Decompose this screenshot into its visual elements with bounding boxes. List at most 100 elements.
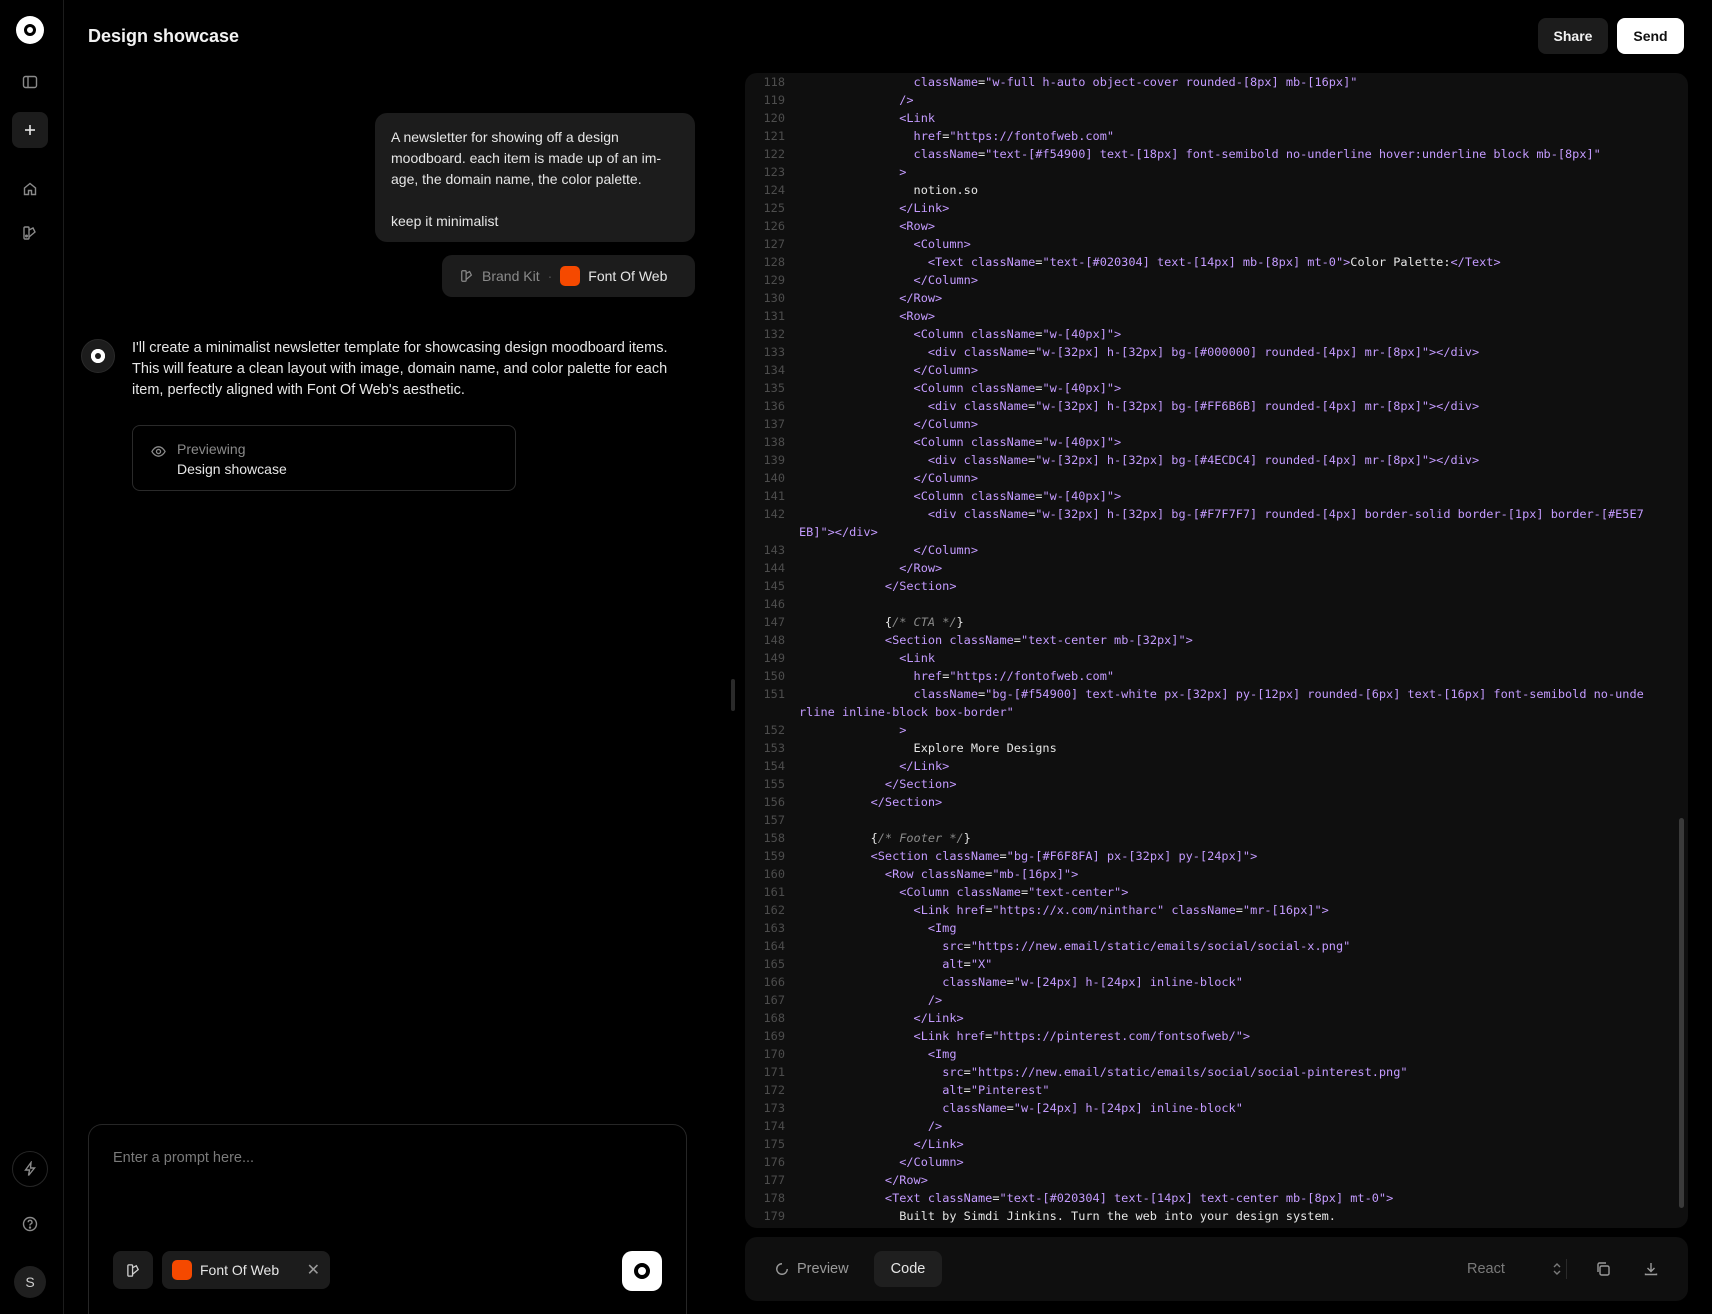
preview-card[interactable]: Previewing Design showcase [132,425,516,491]
code-line: 118 className="w-full h-auto object-cove… [745,73,1674,91]
code-line: 173 className="w-[24px] h-[24px] inline-… [745,1099,1674,1117]
divider [1566,1259,1567,1279]
code-line: 126 <Row> [745,217,1674,235]
code-editor[interactable]: 118 className="w-full h-auto object-cove… [745,73,1674,1228]
line-number: 157 [763,813,785,827]
code-line: 153 Explore More Designs [745,739,1674,757]
code-text: className="w-[24px] h-[24px] inline-bloc… [942,975,1243,989]
download-icon[interactable] [1637,1255,1665,1283]
code-line: 148 <Section className="text-center mb-[… [745,631,1674,649]
send-button[interactable]: Send [1617,18,1684,54]
code-line: 151 className="bg-[#f54900] text-white p… [745,685,1674,721]
code-text: alt="X" [942,957,993,971]
code-line: 147 {/* CTA */} [745,613,1674,631]
assistant-message: I'll create a minimalist newsletter temp… [132,340,668,398]
line-number: 136 [763,399,785,413]
prompt-box: Font Of Web ✕ [88,1124,687,1314]
loading-icon [776,1263,788,1275]
share-button[interactable]: Share [1538,18,1608,54]
code-line: 121 href="https://fontofweb.com" [745,127,1674,145]
line-number: 142 [763,507,785,521]
line-number: 121 [763,129,785,143]
language-select[interactable]: React [1455,1251,1565,1287]
brand-color-swatch [560,266,581,286]
user-message-text: A newsletter for showing off a design mo… [391,129,662,229]
code-line: 174 /> [745,1117,1674,1135]
code-line: 149 <Link [745,649,1674,667]
brand-tag-label: Font Of Web [200,1262,280,1278]
line-number: 145 [763,579,785,593]
code-text: </Column> [913,471,978,485]
code-text: className="w-full h-auto object-cover ro… [913,75,1358,89]
line-number: 125 [763,201,785,215]
avatar[interactable]: S [14,1266,46,1298]
prompt-input[interactable] [113,1143,653,1173]
tab-preview-label: Preview [797,1261,849,1277]
code-text: <Row> [899,219,936,233]
code-line: 138 <Column className="w-[40px]"> [745,433,1674,451]
code-text: <Link href="https://x.com/nintharc" clas… [913,903,1329,917]
code-text: </Section> [870,795,943,809]
line-number: 158 [763,831,785,845]
code-text: alt="Pinterest" [942,1083,1050,1097]
line-number: 160 [763,867,785,881]
code-text: href="https://fontofweb.com" [913,669,1115,683]
line-number: 118 [763,75,785,89]
code-text: className="w-[24px] h-[24px] inline-bloc… [942,1101,1243,1115]
line-number: 171 [763,1065,785,1079]
resize-handle[interactable] [731,679,735,711]
sidebar-toggle-icon[interactable] [12,64,48,100]
code-text: /> [927,993,943,1007]
code-line: 131 <Row> [745,307,1674,325]
line-number: 153 [763,741,785,755]
bolt-icon[interactable] [12,1151,48,1187]
line-number: 133 [763,345,785,359]
line-number: 141 [763,489,785,503]
code-line: 144 </Row> [745,559,1674,577]
code-text: <Text className="text-[#020304] text-[14… [884,1191,1394,1205]
chevron-up-down-icon [1553,1263,1561,1275]
help-icon[interactable] [12,1206,48,1242]
code-panel: 118 className="w-full h-auto object-cove… [745,73,1688,1228]
code-line: 143 </Column> [745,541,1674,559]
code-line: 167 /> [745,991,1674,1009]
home-icon[interactable] [12,171,48,207]
brand-kit-icon [461,270,473,282]
page-title: Design showcase [88,26,240,46]
code-text: <Img [927,921,957,935]
logo-icon[interactable] [16,16,44,44]
code-line: 162 <Link href="https://x.com/nintharc" … [745,901,1674,919]
code-line: 165 alt="X" [745,955,1674,973]
code-line: 133 <div className="w-[32px] h-[32px] bg… [745,343,1674,361]
copy-icon[interactable] [1589,1255,1617,1283]
line-number: 154 [763,759,785,773]
line-number: 147 [763,615,785,629]
line-number: 148 [763,633,785,647]
line-number: 139 [763,453,785,467]
line-number: 134 [763,363,785,377]
code-line: 146 [745,595,1674,613]
tab-code[interactable]: Code [874,1251,942,1287]
line-number: 152 [763,723,785,737]
eye-icon [151,446,166,457]
line-number: 130 [763,291,785,305]
plus-icon[interactable] [12,112,48,148]
code-line: 129 </Column> [745,271,1674,289]
submit-button[interactable] [622,1251,662,1291]
close-icon[interactable]: ✕ [307,1260,320,1280]
line-number: 166 [763,975,785,989]
code-line: 137 </Column> [745,415,1674,433]
brand-kit-button[interactable] [113,1251,153,1289]
line-number: 151 [763,687,785,701]
line-number: 132 [763,327,785,341]
code-text: href="https://fontofweb.com" [913,129,1115,143]
code-text: <Column className="w-[40px]"> [913,381,1122,395]
scrollbar[interactable] [1679,818,1684,1208]
code-text: /> [927,1119,943,1133]
line-number: 150 [763,669,785,683]
code-line: 135 <Column className="w-[40px]"> [745,379,1674,397]
tab-preview[interactable]: Preview [767,1251,863,1287]
brand-kit-icon[interactable] [12,215,48,251]
line-number: 144 [763,561,785,575]
code-line: 160 <Row className="mb-[16px]"> [745,865,1674,883]
